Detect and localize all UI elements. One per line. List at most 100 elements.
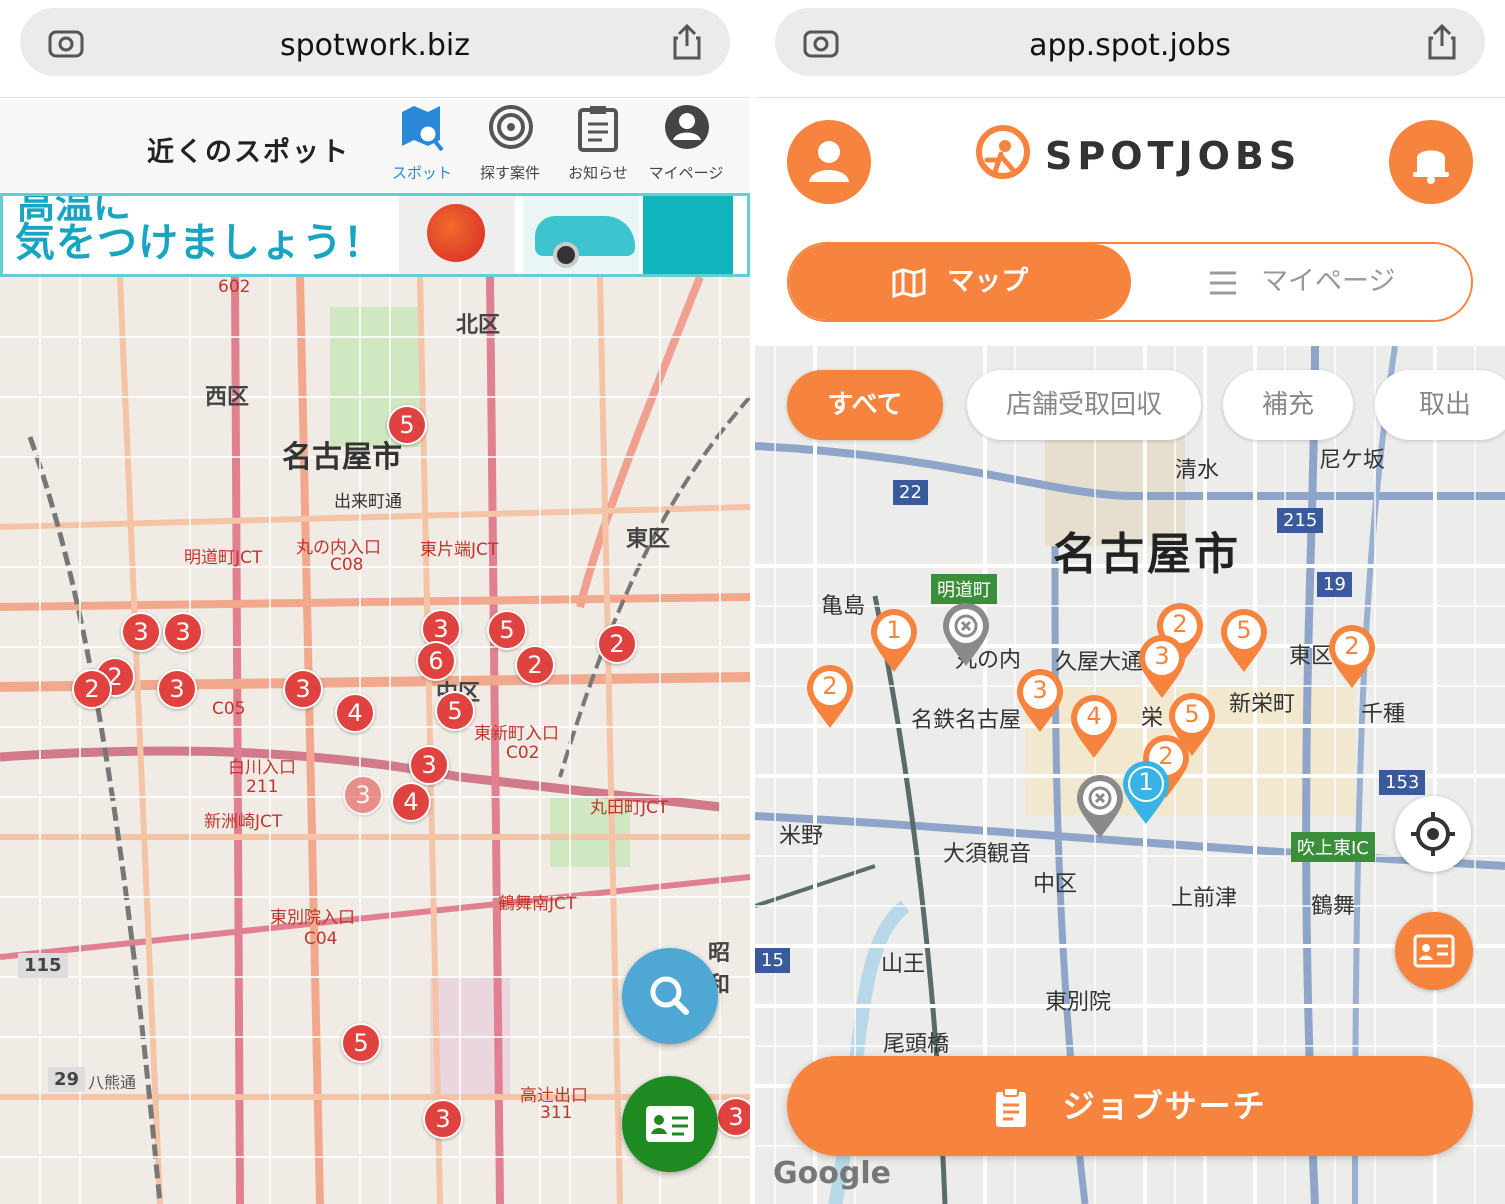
job-search-button[interactable]: ジョブサーチ [787,1056,1473,1156]
share-icon[interactable] [1427,24,1457,60]
job-pin[interactable]: 3 [1015,668,1065,734]
map-label-shimizu: 清水 [1175,458,1220,483]
spot-marker[interactable]: 3 [121,612,161,652]
map-label-nagoya: 名古屋市 [282,440,402,475]
map-label-higashikata: 東片端JCT [420,540,499,560]
map-label-higashibetsuin: 東別院 [1045,990,1112,1015]
google-logo: Google [773,1156,891,1191]
spot-marker[interactable]: 2 [515,645,555,685]
spotwork-panel: spotwork.biz 近くのスポット スポット 探す案件 お知らせ マイペー… [0,0,750,1204]
spot-marker[interactable]: 3 [716,1097,750,1137]
map-label-c05: C05 [212,699,246,719]
map-label-shirakawa: 白川入口 [228,758,296,778]
spot-marker[interactable]: 3 [343,775,383,815]
filter-all[interactable]: すべて [787,370,943,440]
map-label-c02: C02 [506,743,540,763]
nav-search-jobs[interactable]: 探す案件 [466,104,554,188]
nav-label: マイページ [648,164,724,182]
address-bar[interactable]: app.spot.jobs [775,8,1485,76]
map-label-sakae: 栄 [1141,706,1164,731]
pin-count: 1 [1138,768,1154,796]
map-icon [892,267,926,298]
id-card-icon [646,1106,694,1142]
spot-marker[interactable]: 3 [283,669,323,709]
ad-banner[interactable]: 高温に 気をつけましょう！ [0,193,750,277]
spot-marker[interactable]: 2 [597,624,637,664]
locate-button[interactable] [1395,796,1471,872]
logo-text: SPOTJOBS [1045,134,1302,178]
job-pin[interactable]: 5 [1219,608,1269,674]
job-pin[interactable]: 2 [1327,624,1377,690]
spot-marker[interactable]: 5 [341,1023,381,1063]
map-label-higashishin: 東新町入口 [474,724,559,744]
route-shield-153: 153 [1379,770,1426,795]
filter-refill[interactable]: 補充 [1223,370,1353,440]
nav-label: スポット [391,164,452,182]
user-icon [809,141,849,182]
job-pin[interactable]: 3 [1137,634,1187,700]
pin-count: 2 [1344,632,1360,660]
spot-marker[interactable]: 4 [335,693,375,733]
map-label-tsurumai: 鶴舞 [1311,894,1356,919]
menu-icon [1210,271,1237,294]
map-label-ozubashi: 尾頭橋 [883,1032,950,1057]
spot-marker[interactable]: 2 [72,669,112,709]
filter-takeout[interactable]: 取出 [1375,370,1505,440]
map-label-c04: C04 [304,929,338,949]
share-icon[interactable] [672,24,702,60]
spot-marker[interactable]: 3 [157,669,197,709]
nav-spot[interactable]: スポット [378,104,466,188]
map-label-602: 602 [218,277,251,297]
map-label-nakaku: 中区 [1033,872,1078,897]
spot-marker[interactable]: 3 [163,612,203,652]
notifications-button[interactable] [1389,120,1473,204]
id-card-button[interactable] [1395,912,1473,990]
filter-store-pickup[interactable]: 店舗受取回収 [967,370,1201,440]
map-label-tsurumai: 鶴舞南JCT [498,894,577,914]
map-label-hisaya: 久屋大通 [1055,650,1144,675]
id-card-icon [1413,934,1455,968]
view-tabs: マップ マイページ [787,242,1473,322]
spot-marker[interactable]: 5 [435,691,475,731]
inactive-pin[interactable] [1075,774,1125,840]
spot-marker[interactable]: 3 [423,1099,463,1139]
tab-map[interactable]: マップ [789,244,1131,320]
search-fab[interactable] [622,948,718,1044]
id-card-fab[interactable] [622,1076,718,1172]
map-label-311: 311 [540,1103,573,1123]
pin-count: 1 [886,616,902,644]
map-label-meidou: 明道町 [931,574,997,604]
close-pin-icon [943,603,989,666]
map-label-fukiage: 吹上東IC [1291,832,1375,862]
address-bar[interactable]: spotwork.biz [20,8,730,76]
profile-button[interactable] [787,120,871,204]
map-label-sanno: 山王 [881,952,926,977]
job-pin[interactable]: 4 [1069,694,1119,760]
clipboard-icon [578,106,618,152]
google-map[interactable]: すべて 店舗受取回収 補充 取出 名古屋市 清水 尼ケ坂 明道町 亀島 丸の内 … [755,346,1505,1204]
nav-mypage[interactable]: マイページ [642,104,730,188]
map-label-c08: C08 [330,555,364,575]
job-pin[interactable]: 1 [869,608,919,674]
pin-count: 3 [1032,676,1048,704]
spot-marker[interactable]: 5 [487,610,527,650]
map-label-kamejima: 亀島 [821,594,866,619]
map-label-meidou: 明道町JCT [184,548,263,568]
map-roads [0,277,750,1204]
spot-marker[interactable]: 3 [409,745,449,785]
job-pin[interactable]: 2 [805,664,855,730]
page-title: 近くのスポット [147,137,350,168]
pin-count: 5 [1184,700,1200,728]
spot-marker[interactable]: 4 [391,782,431,822]
spot-marker[interactable]: 5 [387,405,427,445]
browser-toolbar: spotwork.biz [0,0,750,98]
app-header: SPOTJOBS マップ マイページ [755,100,1505,346]
inactive-pin[interactable] [941,602,991,668]
osm-map[interactable]: 西区 北区 名古屋市 東区 中区 昭和 出来町通 丸の内入口 東片端JCT 明道… [0,277,750,1204]
nav-notices[interactable]: お知らせ [554,104,642,188]
spot-marker[interactable]: 6 [416,641,456,681]
map-label-higashi: 東区 [626,527,671,552]
tab-mypage[interactable]: マイページ [1131,244,1471,320]
pin-count: 4 [1086,702,1102,730]
selected-pin[interactable]: 1 [1121,760,1171,826]
